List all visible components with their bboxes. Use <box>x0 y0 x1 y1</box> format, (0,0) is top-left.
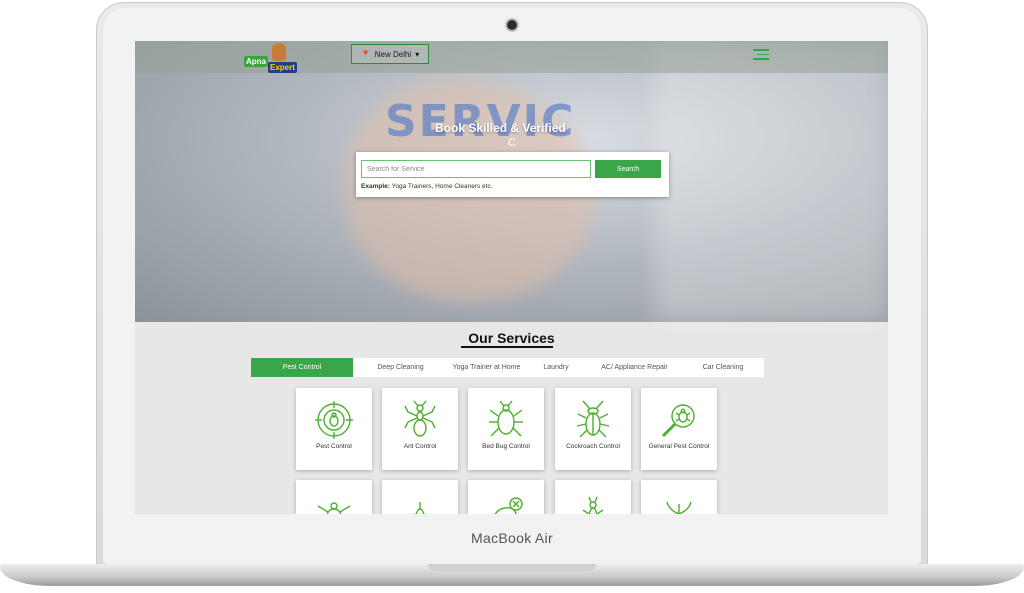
search-panel: Search Example: Yoga Trainers, Home Clea… <box>356 152 669 197</box>
tab-pest-control[interactable]: Pest Control <box>251 358 353 377</box>
service-card-bed-bug-control[interactable]: Bed Bug Control <box>468 388 544 470</box>
browser-screen: SERVIC Apna Expert 📍 New Delhi ▾ Book Sk… <box>135 41 888 514</box>
services-title: Our Services <box>468 330 555 346</box>
location-label: New Delhi <box>374 49 412 59</box>
hero-typing-text: C <box>508 137 516 149</box>
tab-ac-appliance-repair[interactable]: AC/ Appliance Repair <box>587 358 682 377</box>
ant-icon <box>404 400 436 437</box>
service-card-label: Ant Control <box>403 443 437 450</box>
device-brand-label: MacBook Air <box>471 530 553 546</box>
chevron-down-icon: ▾ <box>415 49 420 59</box>
magnifier-bug-icon <box>661 404 695 438</box>
service-card-general-pest-control[interactable]: General Pest Control <box>641 388 717 470</box>
apna-expert-logo[interactable]: Apna Expert <box>244 43 298 73</box>
tab-yoga-trainer[interactable]: Yoga Trainer at Home <box>448 358 525 377</box>
hero-highlight <box>655 41 888 322</box>
hero-headline: Book Skilled & Verified <box>435 121 566 135</box>
service-card-row2-4[interactable] <box>555 480 631 514</box>
spider-icon <box>317 502 351 514</box>
cockroach-icon <box>576 400 610 438</box>
bed-bug-icon <box>489 400 523 437</box>
search-example: Example: Yoga Trainers, Home Cleaners et… <box>361 183 493 190</box>
rat-icon <box>494 497 523 514</box>
webcam <box>507 20 517 30</box>
termite-icon <box>582 496 604 514</box>
tab-car-cleaning[interactable]: Car Cleaning <box>682 358 764 377</box>
service-card-ant-control[interactable]: Ant Control <box>382 388 458 470</box>
example-label: Example: <box>361 183 390 190</box>
search-button[interactable]: Search <box>595 160 661 178</box>
example-text: Yoga Trainers, Home Cleaners etc. <box>391 183 493 190</box>
location-selector[interactable]: 📍 New Delhi ▾ <box>351 44 429 64</box>
mosquito-icon <box>413 502 427 514</box>
services-title-underline <box>461 346 553 348</box>
hero-banner: SERVIC Apna Expert 📍 New Delhi ▾ Book Sk… <box>135 41 888 322</box>
service-card-row2-3[interactable] <box>468 480 544 514</box>
logo-text-expert: Expert <box>268 62 297 73</box>
service-card-row2-1[interactable] <box>296 480 372 514</box>
service-card-label: Cockroach Control <box>566 443 620 450</box>
service-card-row2-5[interactable] <box>641 480 717 514</box>
logo-text-apna: Apna <box>244 56 268 67</box>
service-card-label: Bed Bug Control <box>482 443 530 450</box>
logo-mascot <box>272 43 286 61</box>
top-navbar: Apna Expert 📍 New Delhi ▾ <box>135 41 888 73</box>
target-bug-icon <box>315 401 353 439</box>
service-card-cockroach-control[interactable]: Cockroach Control <box>555 388 631 470</box>
plant-pest-icon <box>666 501 692 514</box>
service-card-row2-2[interactable] <box>382 480 458 514</box>
search-input[interactable] <box>361 160 591 178</box>
service-card-pest-control[interactable]: Pest Control <box>296 388 372 470</box>
service-card-label: Pest Control <box>316 443 352 450</box>
tab-deep-cleaning[interactable]: Deep Cleaning <box>353 358 448 377</box>
map-pin-icon: 📍 <box>360 49 371 59</box>
service-card-label: General Pest Control <box>648 443 710 450</box>
hamburger-menu-icon[interactable] <box>753 49 769 61</box>
laptop-base-notch <box>428 564 596 571</box>
service-tabs: Pest Control Deep Cleaning Yoga Trainer … <box>251 358 764 377</box>
tab-laundry[interactable]: Laundry <box>525 358 587 377</box>
